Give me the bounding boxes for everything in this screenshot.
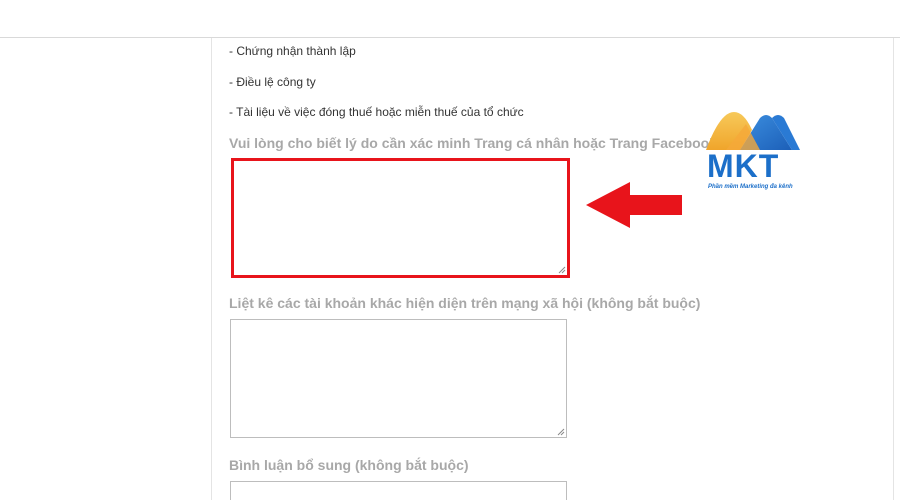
document-item-charter: - Điều lệ công ty [229,75,316,89]
right-column [893,38,900,500]
logo-name: MKT [707,148,780,184]
left-column [0,38,212,500]
logo-tagline: Phần mềm Marketing đa kênh [708,184,793,190]
document-item-tax: - Tài liệu về việc đóng thuế hoặc miễn t… [229,105,524,119]
arrow-left-icon [586,182,682,228]
social-accounts-textarea[interactable] [230,319,567,438]
comments-textarea[interactable] [230,481,567,500]
reason-label: Vui lòng cho biết lý do cần xác minh Tra… [229,135,718,151]
document-item-certificate: - Chứng nhận thành lập [229,44,356,58]
social-accounts-label: Liệt kê các tài khoản khác hiện diện trê… [229,295,701,311]
comments-label: Bình luận bổ sung (không bắt buộc) [229,457,469,473]
top-bar [0,0,900,38]
reason-textarea[interactable] [231,158,570,278]
